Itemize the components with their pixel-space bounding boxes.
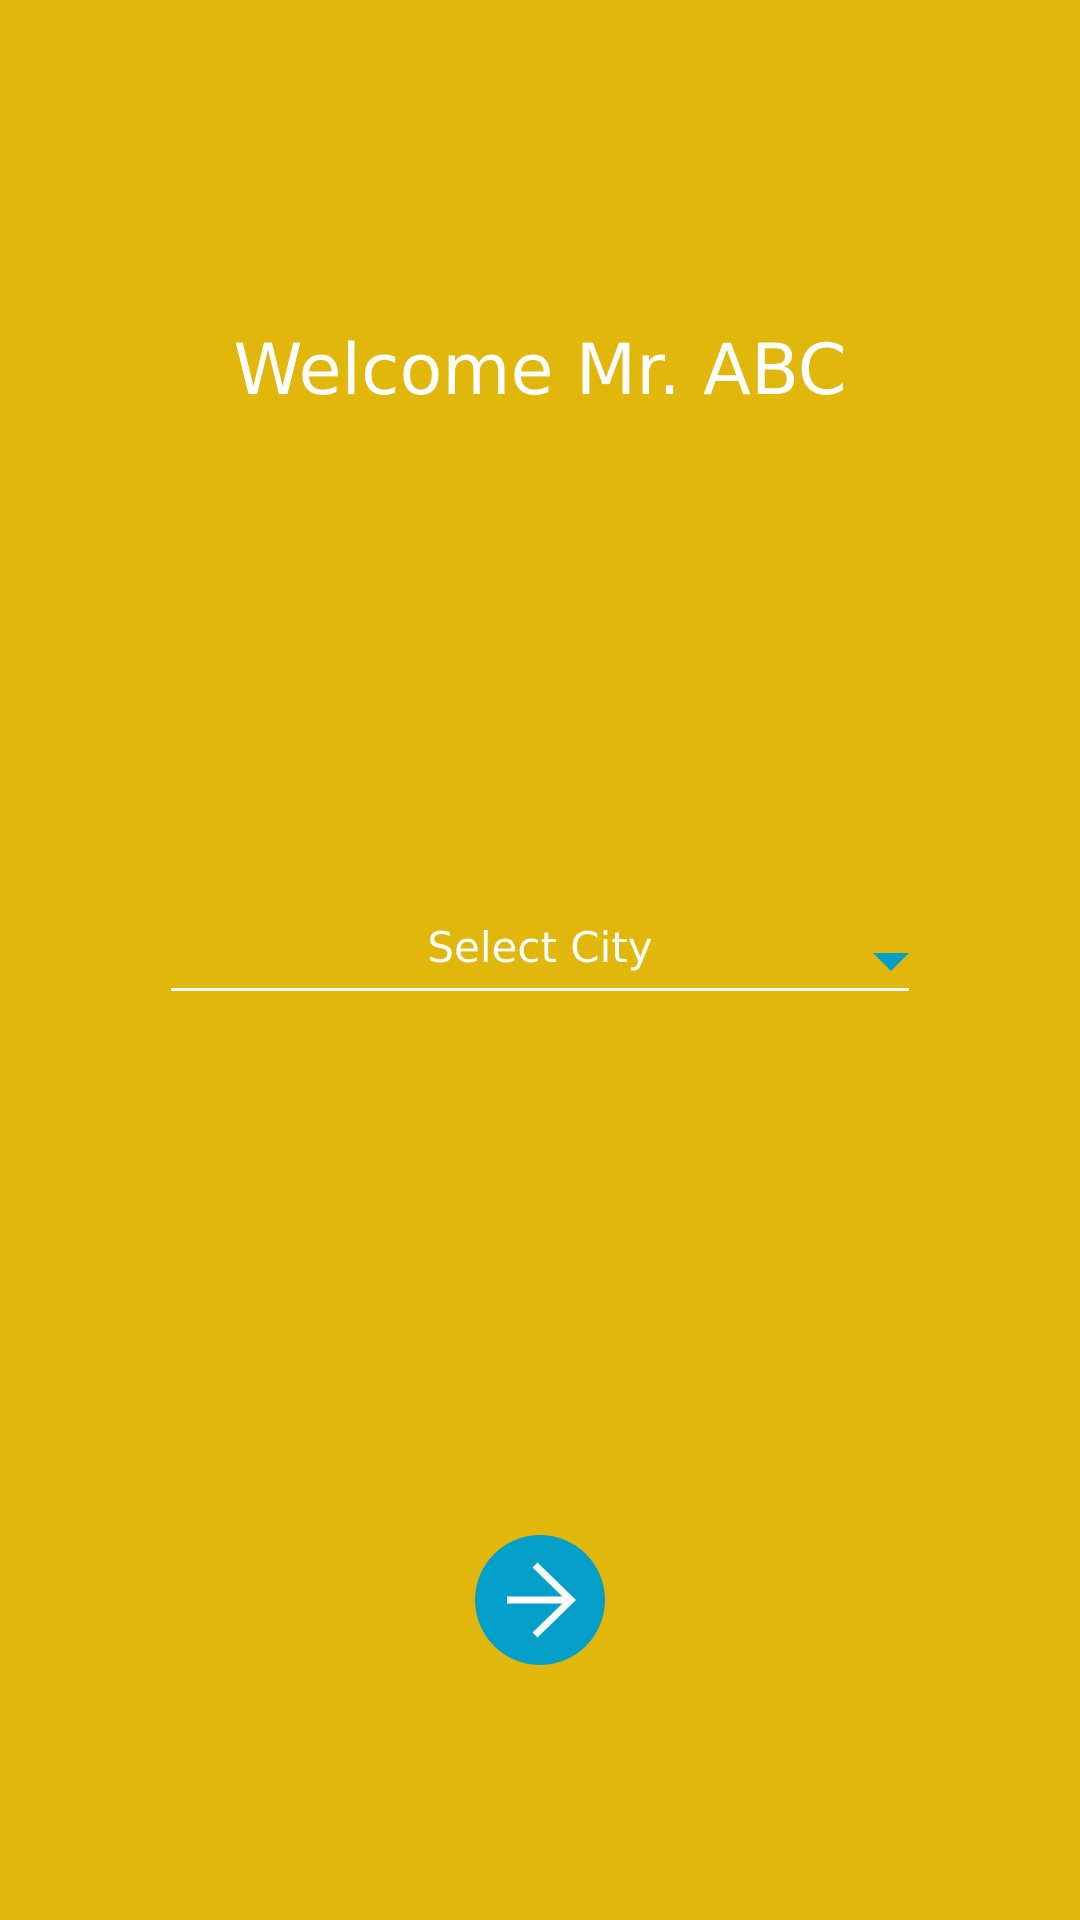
city-dropdown-label: Select City xyxy=(427,923,653,972)
welcome-title: Welcome Mr. ABC xyxy=(233,329,847,411)
next-button[interactable] xyxy=(475,1535,605,1665)
arrow-right-icon xyxy=(507,1562,577,1638)
chevron-down-icon xyxy=(873,953,909,971)
city-dropdown[interactable]: Select City xyxy=(171,915,909,991)
welcome-screen: Welcome Mr. ABC Select City xyxy=(0,0,1080,1920)
